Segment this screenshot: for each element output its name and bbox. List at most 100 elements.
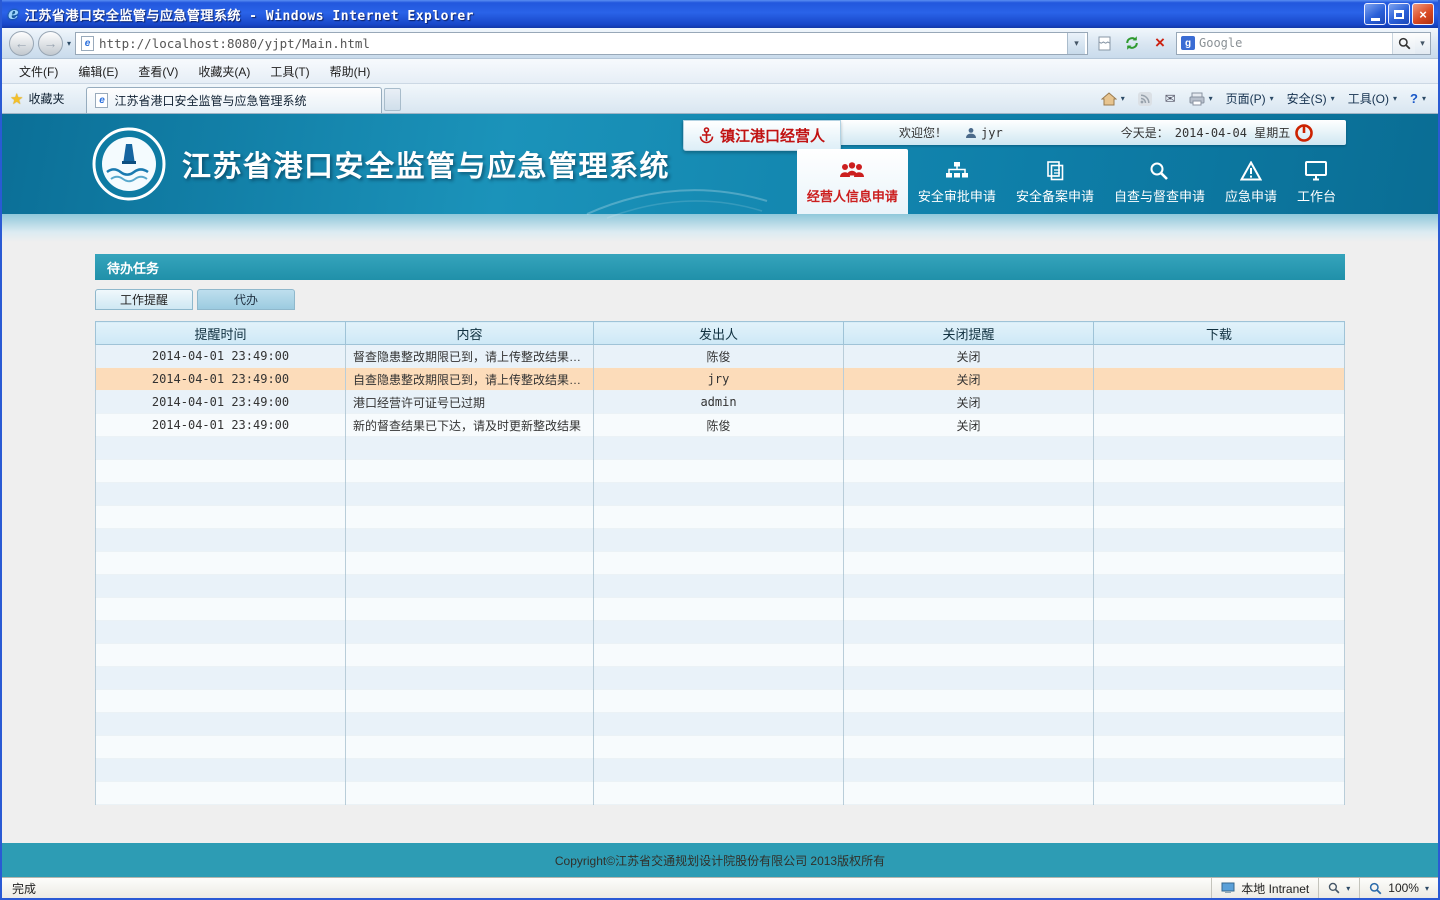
table-row-empty: [96, 552, 1345, 575]
table-row: 2014-04-01 23:49:00督查隐患整改期限已到，请上传整改结果…陈俊…: [96, 345, 1345, 368]
todo-table-body: 2014-04-01 23:49:00督查隐患整改期限已到，请上传整改结果…陈俊…: [96, 345, 1345, 805]
menu-tools[interactable]: 工具(T): [261, 60, 318, 83]
favorites-button[interactable]: ★ 收藏夹: [2, 84, 74, 113]
cell-close: [844, 483, 1094, 506]
cell-close[interactable]: 关闭: [844, 345, 1094, 368]
cell-content: [346, 529, 594, 552]
menu-file[interactable]: 文件(F): [10, 60, 67, 83]
home-button[interactable]: ▾: [1095, 89, 1131, 109]
nav-safety-filing[interactable]: 安全备案申请: [1006, 161, 1104, 214]
cell-content: [346, 621, 594, 644]
safety-menu-button[interactable]: 安全(S) ▾: [1281, 87, 1341, 110]
help-button[interactable]: ? ▾: [1404, 88, 1432, 109]
maximize-button[interactable]: [1388, 3, 1410, 25]
panel-tabs: 工作提醒 代办: [95, 289, 1345, 310]
nav-operator-info[interactable]: 经营人信息申请: [797, 149, 908, 214]
cell-sender: [594, 621, 844, 644]
cell-download: [1094, 644, 1345, 667]
cell-close[interactable]: 关闭: [844, 391, 1094, 414]
stop-button[interactable]: ×: [1148, 32, 1172, 55]
logout-button[interactable]: [1294, 123, 1314, 143]
table-row-empty: [96, 460, 1345, 483]
zoom-page-dropdown-icon: ▾: [1346, 884, 1350, 893]
table-row: 2014-04-01 23:49:00新的督查结果已下达，请及时更新整改结果陈俊…: [96, 414, 1345, 437]
feeds-button[interactable]: [1132, 89, 1158, 109]
cell-close: [844, 437, 1094, 460]
nav-emergency[interactable]: 应急申请: [1215, 161, 1287, 214]
cell-close[interactable]: 关闭: [844, 414, 1094, 437]
search-button[interactable]: [1392, 33, 1415, 54]
nav-label: 安全审批申请: [918, 186, 996, 205]
nav-inspection[interactable]: 自查与督查申请: [1104, 161, 1215, 214]
nav-label: 经营人信息申请: [807, 186, 898, 205]
browser-tab[interactable]: e 江苏省港口安全监管与应急管理系统: [86, 87, 382, 113]
cell-sender: [594, 782, 844, 805]
refresh-button[interactable]: [1120, 32, 1144, 55]
table-row-empty: [96, 713, 1345, 736]
cell-content: [346, 644, 594, 667]
cell-remind-time: 2014-04-01 23:49:00: [96, 414, 346, 437]
cell-content: [346, 782, 594, 805]
table-row-empty: [96, 506, 1345, 529]
cell-content: 港口经营许可证号已过期: [346, 391, 594, 414]
search-icon: [1398, 37, 1411, 50]
title-bar: e 江苏省港口安全监管与应急管理系统 - Windows Internet Ex…: [2, 0, 1438, 28]
history-dropdown[interactable]: ▾: [67, 39, 71, 48]
nav-safety-approval[interactable]: 安全审批申请: [908, 161, 1006, 214]
back-button[interactable]: ←: [9, 31, 34, 56]
zoom-page-icon: [1328, 882, 1340, 894]
table-row-empty: [96, 690, 1345, 713]
inspection-icon: [1149, 161, 1169, 181]
favorites-bar: ★ 收藏夹 e 江苏省港口安全监管与应急管理系统 ▾ ✉ ▾ 页面(P: [2, 84, 1438, 114]
cell-content: [346, 506, 594, 529]
tools-menu-button[interactable]: 工具(O) ▾: [1342, 87, 1403, 110]
page-viewport: 江苏省港口安全监管与应急管理系统 镇江港口经营人 欢迎您！ jyr 今天是： 2…: [2, 114, 1438, 877]
address-dropdown[interactable]: ▾: [1067, 33, 1085, 54]
cell-sender: [594, 644, 844, 667]
cell-sender: [594, 529, 844, 552]
cell-sender: admin: [594, 391, 844, 414]
address-field[interactable]: e http://localhost:8080/yjpt/Main.html ▾: [75, 32, 1088, 55]
compatibility-view-button[interactable]: [1092, 32, 1116, 55]
cell-close: [844, 713, 1094, 736]
tab-work-reminder[interactable]: 工作提醒: [95, 289, 193, 310]
cell-close: [844, 506, 1094, 529]
cell-download: [1094, 713, 1345, 736]
close-button[interactable]: ×: [1412, 3, 1434, 25]
cell-download: [1094, 460, 1345, 483]
search-box[interactable]: g ▾: [1176, 32, 1431, 55]
cell-content: [346, 759, 594, 782]
safety-approval-icon: [945, 161, 969, 181]
tab-pending[interactable]: 代办: [197, 289, 295, 310]
help-icon: ?: [1410, 91, 1418, 106]
menu-view[interactable]: 查看(V): [129, 60, 187, 83]
cell-sender: [594, 736, 844, 759]
cell-download: [1094, 736, 1345, 759]
menu-favorites[interactable]: 收藏夹(A): [189, 60, 259, 83]
cell-close: [844, 782, 1094, 805]
mail-icon: ✉: [1165, 91, 1176, 107]
zoom-page-button[interactable]: ▾: [1318, 878, 1359, 898]
cell-content: [346, 483, 594, 506]
cell-remind-time: 2014-04-01 23:49:00: [96, 391, 346, 414]
search-input[interactable]: [1195, 36, 1392, 50]
page-menu-button[interactable]: 页面(P) ▾: [1220, 87, 1280, 110]
cell-download: [1094, 529, 1345, 552]
cell-close: [844, 575, 1094, 598]
command-bar: ▾ ✉ ▾ 页面(P) ▾ 安全(S) ▾ 工具(O) ▾: [1095, 84, 1438, 113]
read-mail-button[interactable]: ✉: [1159, 88, 1182, 110]
table-row: 2014-04-01 23:49:00自查隐患整改期限已到，请上传整改结果…jr…: [96, 368, 1345, 391]
refresh-icon: [1124, 35, 1140, 51]
welcome-label: 欢迎您！: [899, 124, 947, 141]
menu-help[interactable]: 帮助(H): [321, 60, 380, 83]
print-button[interactable]: ▾: [1183, 89, 1219, 109]
zoom-control[interactable]: 100% ▾: [1359, 878, 1438, 898]
menu-edit[interactable]: 编辑(E): [69, 60, 127, 83]
forward-button[interactable]: →: [38, 31, 63, 56]
minimize-button[interactable]: [1364, 3, 1386, 25]
cell-close[interactable]: 关闭: [844, 368, 1094, 391]
nav-label: 自查与督查申请: [1114, 186, 1205, 205]
nav-workbench[interactable]: 工作台: [1287, 161, 1346, 214]
search-provider-dropdown[interactable]: ▾: [1415, 33, 1430, 54]
new-tab-button[interactable]: [384, 88, 401, 111]
